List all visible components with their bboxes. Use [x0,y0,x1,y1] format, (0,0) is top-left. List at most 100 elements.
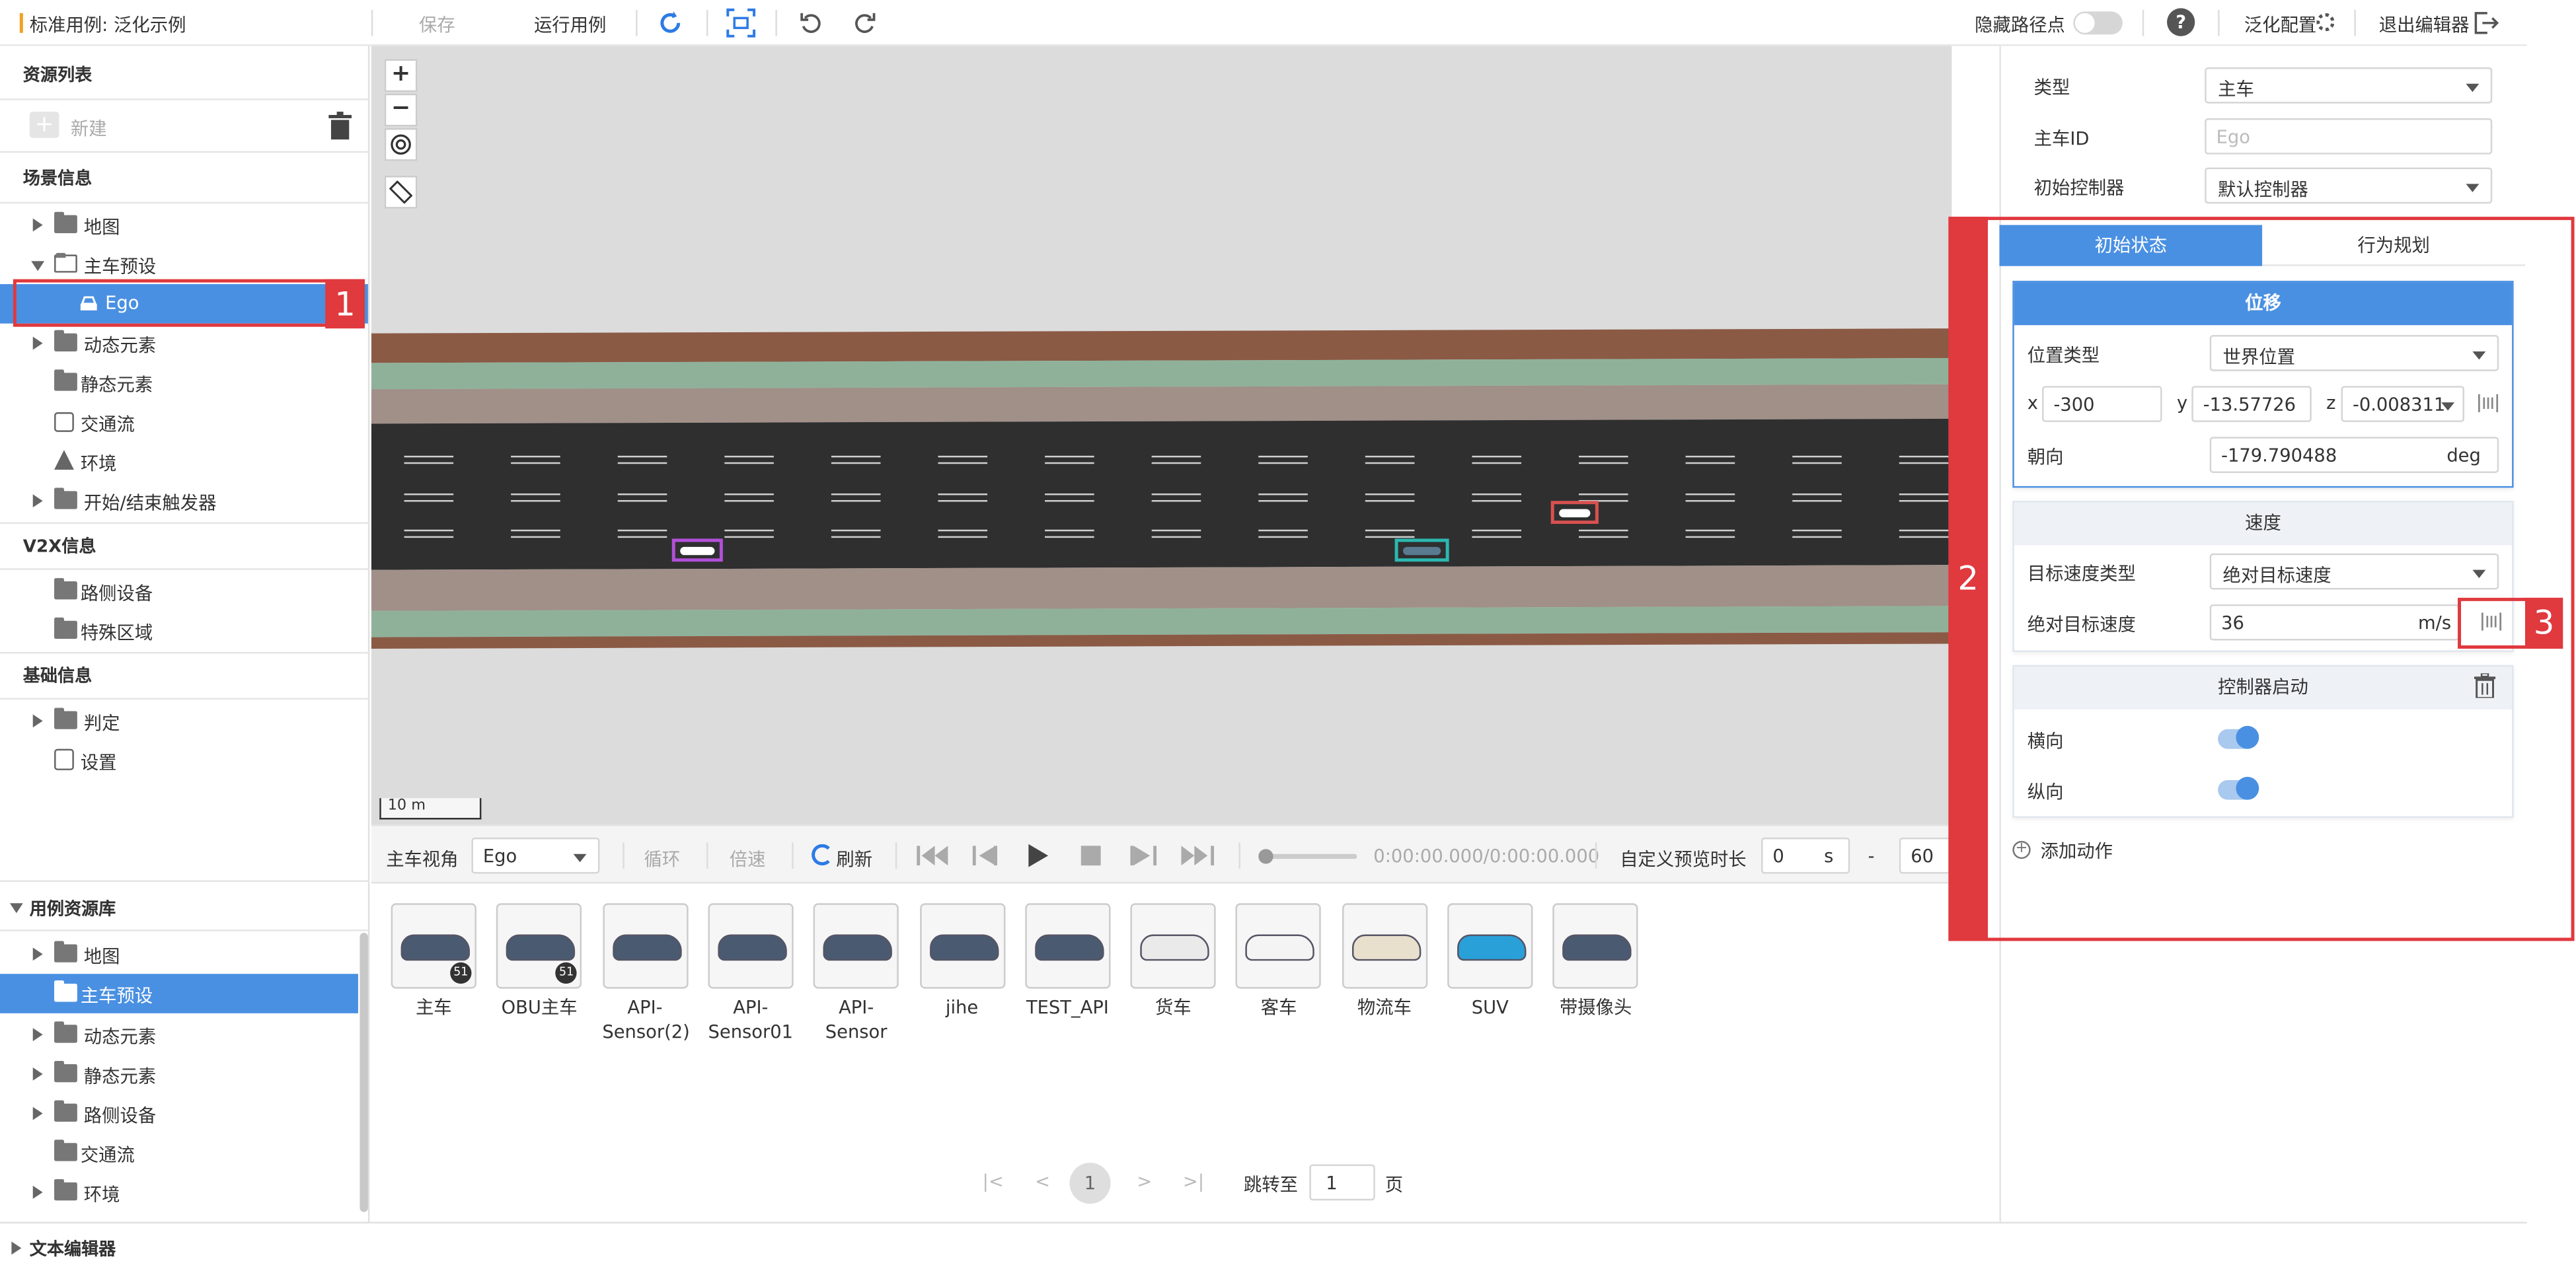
ego-id-input[interactable]: Ego [2205,118,2493,155]
stop-icon[interactable] [1080,846,1101,866]
vehicle-marker[interactable] [1550,501,1599,525]
preview-start-input[interactable]: 0 s [1761,837,1850,874]
tree-item-special-area[interactable]: 特殊区域 [0,611,368,651]
tree-item-ego-preset[interactable]: 主车预设 [0,244,368,284]
vehicle-marker[interactable] [671,538,723,562]
asset-item[interactable]: API-Sensor01 [708,903,794,1044]
asset-item[interactable]: jihe [919,903,1005,1020]
tree-item-environment[interactable]: 环境 [0,442,368,482]
slider-handle[interactable] [1258,849,1273,864]
library-item-roadside[interactable]: 路侧设备 [0,1094,358,1134]
asset-item[interactable]: TEST_API [1024,903,1111,1020]
library-item-static[interactable]: 静态元素 [0,1054,358,1094]
skip-end-icon[interactable] [1181,846,1215,870]
tree-item-static[interactable]: 静态元素 [0,363,368,402]
gear-icon[interactable] [2316,13,2335,32]
chevron-down-icon[interactable] [9,903,23,914]
asset-item[interactable]: 物流车 [1342,903,1427,1020]
refresh-button[interactable]: 刷新 [836,846,872,872]
play-icon[interactable] [1028,844,1049,872]
tree-item-label: 路侧设备 [83,1105,157,1127]
page-1-button[interactable]: 1 [1069,1163,1111,1204]
tree-item-roadside[interactable]: 路侧设备 [0,571,368,611]
tree-item-map[interactable]: 地图 [0,205,368,245]
controller-select[interactable]: 默认控制器 [2205,167,2493,204]
tree-item-traffic[interactable]: 交通流 [0,402,368,442]
chevron-right-icon[interactable] [32,714,43,728]
save-button[interactable]: 保存 [419,11,455,38]
next-page-icon[interactable]: > [1137,1171,1152,1192]
library-item-environment[interactable]: 环境 [0,1173,358,1212]
tree-item-triggers[interactable]: 开始/结束触发器 [0,481,368,521]
chevron-right-icon[interactable] [32,1107,43,1120]
reload-icon[interactable] [657,10,683,36]
first-page-icon[interactable]: |< [983,1171,1004,1192]
zoom-out-button[interactable]: − [384,93,418,127]
screenshot-frame-icon[interactable] [726,8,756,38]
tree-item-dynamic[interactable]: 动态元素 [0,324,368,363]
chevron-right-icon[interactable] [32,218,43,232]
library-item-map[interactable]: 地图 [0,935,358,974]
step-forward-icon[interactable] [1130,846,1157,870]
undo-icon[interactable] [798,10,825,36]
exit-editor-button[interactable]: 退出编辑器 [2379,11,2470,38]
hide-waypoints-toggle[interactable] [2073,11,2123,35]
asset-item[interactable]: 带摄像头 [1553,903,1639,1020]
controller-label: 初始控制器 [2033,177,2125,199]
locate-icon[interactable] [384,127,418,161]
chevron-right-icon[interactable] [32,947,43,961]
library-item-dynamic[interactable]: 动态元素 [0,1015,358,1054]
divider [0,522,370,525]
ruler-icon[interactable] [384,176,418,209]
new-icon[interactable]: + [29,112,59,138]
chevron-right-icon[interactable] [32,494,43,508]
chevron-right-icon[interactable] [32,336,43,350]
asset-item[interactable]: 货车 [1130,903,1216,1020]
divider [2354,9,2356,36]
text-editor-bar[interactable]: 文本编辑器 [0,1221,2527,1271]
vehicle-marker[interactable] [1394,538,1449,562]
ego-view-select[interactable]: Ego [471,837,600,874]
ego-view-label: 主车视角 [386,849,459,871]
folder-icon [54,1021,77,1043]
prev-page-icon[interactable]: < [1035,1171,1050,1192]
trash-icon[interactable] [328,112,352,140]
library-item-ego-preset[interactable]: 主车预设 [0,974,358,1013]
divider [0,651,370,654]
run-case-button[interactable]: 运行用例 [534,11,606,38]
progress-slider[interactable] [1258,849,1357,864]
vehicle-thumbnail [1553,903,1639,989]
generalize-config-button[interactable]: 泛化配置 [2244,11,2316,38]
step-back-icon[interactable] [972,846,999,870]
tree-item-settings[interactable]: 设置 [0,741,368,780]
library-item-traffic[interactable]: 交通流 [0,1133,358,1173]
asset-item[interactable]: API-Sensor(2) [602,903,690,1044]
chevron-right-icon[interactable] [32,1185,43,1199]
asset-item[interactable]: 客车 [1236,903,1322,1020]
chevron-right-icon[interactable] [32,1067,43,1081]
asset-item[interactable]: 51 OBU主车 [496,903,582,1020]
chevron-right-icon[interactable] [32,1028,43,1042]
last-page-icon[interactable]: >| [1183,1171,1204,1192]
chevron-right-icon[interactable] [11,1241,22,1255]
redo-icon[interactable] [851,10,878,36]
jump-input[interactable]: 1 [1309,1164,1375,1201]
type-select[interactable]: 主车 [2205,67,2493,104]
skip-start-icon[interactable] [917,846,950,870]
refresh-icon[interactable] [812,844,833,866]
exit-icon[interactable] [2472,10,2499,36]
help-icon[interactable]: ? [2167,8,2195,36]
new-button[interactable]: 新建 [71,115,107,141]
zoom-in-button[interactable]: + [384,59,418,92]
basic-info-title: 基础信息 [22,667,93,687]
vehicle-thumbnail [814,903,899,989]
tree-item-judge[interactable]: 判定 [0,702,368,741]
asset-item[interactable]: API-Sensor [814,903,899,1044]
map-canvas[interactable]: + − 10 m [371,46,1952,824]
asset-item[interactable]: SUV [1447,903,1533,1020]
loop-button[interactable]: 循环 [644,846,681,872]
library-scrollbar[interactable] [360,933,368,1212]
asset-item[interactable]: 51 主车 [391,903,476,1020]
speed-button[interactable]: 倍速 [730,846,766,872]
chevron-down-icon[interactable] [31,261,45,272]
